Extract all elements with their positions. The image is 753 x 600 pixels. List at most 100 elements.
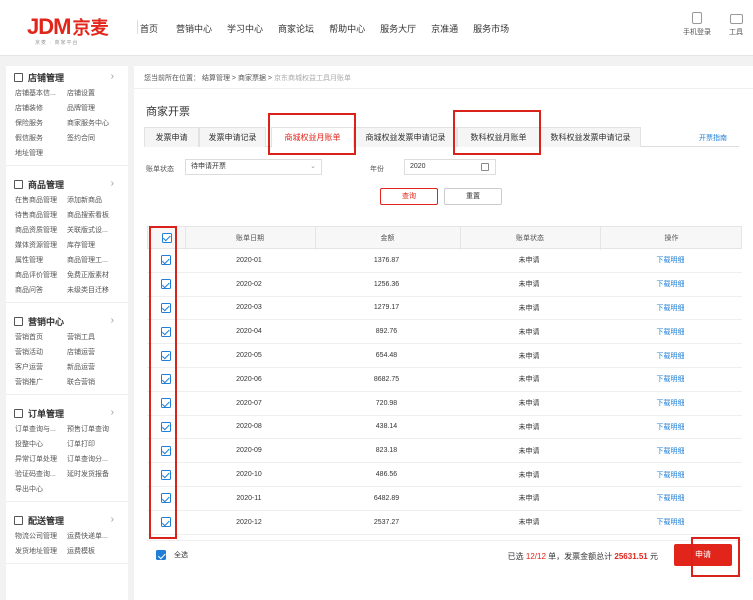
row-checkbox[interactable] bbox=[160, 445, 171, 456]
reset-button[interactable]: 重置 bbox=[444, 188, 502, 205]
sidebar-link[interactable]: 运费模板 bbox=[67, 546, 127, 557]
row-checkbox[interactable] bbox=[160, 302, 171, 313]
sidebar-link[interactable]: 延时发货报备 bbox=[67, 469, 127, 480]
sidebar-link[interactable]: 关联版式设... bbox=[67, 225, 127, 236]
jdm-logo[interactable]: JDM 京麦 京麦 · 商家平台 bbox=[27, 14, 108, 46]
sidebar-link[interactable]: 店铺运营 bbox=[67, 347, 127, 358]
sidebar-link[interactable]: 导出中心 bbox=[15, 484, 67, 495]
sidebar-link[interactable]: 商品评价管理 bbox=[15, 270, 67, 281]
tab-invoice-apply[interactable]: 发票申请 bbox=[144, 127, 199, 147]
download-detail-link[interactable]: 下载明细 bbox=[657, 446, 685, 456]
sidebar-link[interactable]: 联合营销 bbox=[67, 377, 127, 388]
breadcrumb-item-1[interactable]: 结算管理 bbox=[202, 75, 230, 82]
download-detail-link[interactable]: 下载明细 bbox=[657, 351, 685, 361]
sidebar-section-header[interactable]: 营销中心 › bbox=[6, 310, 128, 332]
download-detail-link[interactable]: 下载明细 bbox=[657, 374, 685, 384]
download-detail-link[interactable]: 下载明细 bbox=[657, 517, 685, 527]
row-checkbox[interactable] bbox=[160, 374, 171, 385]
apply-button[interactable]: 申请 bbox=[674, 544, 732, 566]
sidebar-link[interactable]: 营销活动 bbox=[15, 347, 67, 358]
sidebar-link[interactable]: 营销首页 bbox=[15, 332, 67, 343]
sidebar-link[interactable]: 商品管理工... bbox=[67, 255, 127, 266]
sidebar-link[interactable]: 物流公司管理 bbox=[15, 531, 67, 542]
sidebar-link[interactable]: 异常订单处理 bbox=[15, 454, 67, 465]
sidebar-link[interactable]: 商家服务中心 bbox=[67, 118, 127, 129]
sidebar-section-header[interactable]: 订单管理 › bbox=[6, 402, 128, 424]
sidebar-link[interactable]: 店铺设置 bbox=[67, 88, 127, 99]
download-detail-link[interactable]: 下载明细 bbox=[657, 303, 685, 313]
sidebar-link[interactable]: 发货地址管理 bbox=[15, 546, 67, 557]
sidebar-section-header[interactable]: 商品管理 › bbox=[6, 173, 128, 195]
query-button[interactable]: 查询 bbox=[380, 188, 438, 205]
download-detail-link[interactable]: 下载明细 bbox=[657, 255, 685, 265]
sidebar-link[interactable]: 品牌管理 bbox=[67, 103, 127, 114]
nav-item[interactable]: 服务市场 bbox=[473, 22, 509, 35]
row-checkbox[interactable] bbox=[160, 255, 171, 266]
download-detail-link[interactable]: 下载明细 bbox=[657, 493, 685, 503]
nav-item[interactable]: 商家论坛 bbox=[278, 22, 314, 35]
sidebar-link[interactable]: 店铺装修 bbox=[15, 103, 67, 114]
sidebar-section-header[interactable]: 配送管理 › bbox=[6, 509, 128, 531]
mobile-login-button[interactable]: 手机登录 bbox=[683, 12, 711, 37]
nav-item[interactable]: 学习中心 bbox=[227, 22, 263, 35]
sidebar-link[interactable]: 待售商品管理 bbox=[15, 210, 67, 221]
tab-mall-monthly-bill[interactable]: 商城权益月账单 bbox=[271, 127, 354, 148]
sidebar-link[interactable]: 营销推广 bbox=[15, 377, 67, 388]
download-detail-link[interactable]: 下载明细 bbox=[657, 398, 685, 408]
download-detail-link[interactable]: 下载明细 bbox=[657, 470, 685, 480]
sidebar-link[interactable]: 签约合同 bbox=[67, 133, 127, 144]
sidebar-section-header[interactable]: 店铺管理 › bbox=[6, 66, 128, 88]
sidebar-link[interactable]: 在售商品管理 bbox=[15, 195, 67, 206]
sidebar-link[interactable]: 商品问答 bbox=[15, 285, 67, 296]
sidebar-link[interactable]: 营销工具 bbox=[67, 332, 127, 343]
sidebar-link[interactable]: 媒体资源管理 bbox=[15, 240, 67, 251]
row-checkbox[interactable] bbox=[160, 279, 171, 290]
header-checkbox[interactable] bbox=[161, 232, 172, 243]
sidebar-link[interactable]: 未级类目迁移 bbox=[67, 285, 127, 296]
sidebar-link[interactable]: 运费快递单... bbox=[67, 531, 127, 542]
sidebar-link[interactable]: 商品资质管理 bbox=[15, 225, 67, 236]
tab-fintech-invoice-records[interactable]: 数科权益发票申请记录 bbox=[540, 127, 641, 147]
sidebar-link[interactable]: 库存管理 bbox=[67, 240, 127, 251]
sidebar-link[interactable]: 店铺基本信... bbox=[15, 88, 67, 99]
row-checkbox[interactable] bbox=[160, 421, 171, 432]
breadcrumb-item-2[interactable]: 商家票据 bbox=[238, 75, 266, 82]
download-detail-link[interactable]: 下载明细 bbox=[657, 422, 685, 432]
sidebar-link[interactable]: 免费正版素材 bbox=[67, 270, 127, 281]
row-checkbox[interactable] bbox=[160, 517, 171, 528]
nav-item[interactable]: 帮助中心 bbox=[329, 22, 365, 35]
sidebar-link[interactable]: 保险服务 bbox=[15, 118, 67, 129]
sidebar-link[interactable]: 添加新商品 bbox=[67, 195, 127, 206]
tab-invoice-records[interactable]: 发票申请记录 bbox=[199, 127, 266, 147]
tab-mall-invoice-records[interactable]: 商城权益发票申请记录 bbox=[354, 127, 457, 147]
sidebar-link[interactable]: 验证码查询... bbox=[15, 469, 67, 480]
row-checkbox[interactable] bbox=[160, 493, 171, 504]
tab-fintech-monthly-bill[interactable]: 数科权益月账单 bbox=[457, 127, 540, 147]
row-checkbox[interactable] bbox=[160, 469, 171, 480]
sidebar-link[interactable]: 客户运营 bbox=[15, 362, 67, 373]
sidebar-link[interactable]: 订单查询分... bbox=[67, 454, 127, 465]
select-all[interactable]: 全选 bbox=[156, 550, 188, 560]
sidebar-link[interactable]: 商品搜索看板 bbox=[67, 210, 127, 221]
download-detail-link[interactable]: 下载明细 bbox=[657, 279, 685, 289]
invoice-guide-link[interactable]: 开票指南 bbox=[699, 133, 727, 143]
sidebar-link[interactable]: 预售订单查询 bbox=[67, 424, 127, 435]
row-checkbox[interactable] bbox=[160, 398, 171, 409]
row-checkbox[interactable] bbox=[160, 350, 171, 361]
sidebar-link[interactable]: 订单打印 bbox=[67, 439, 127, 450]
sidebar-link[interactable]: 新品运营 bbox=[67, 362, 127, 373]
select-all-checkbox[interactable] bbox=[156, 550, 166, 560]
year-picker[interactable]: 2020 bbox=[404, 159, 496, 175]
sidebar-link[interactable]: 地址管理 bbox=[15, 148, 67, 159]
sidebar-link[interactable]: 订单查询与... bbox=[15, 424, 67, 435]
sidebar-link[interactable]: 假信服务 bbox=[15, 133, 67, 144]
status-select[interactable]: 待申请开票 ⌄ bbox=[185, 159, 322, 175]
nav-item[interactable]: 营销中心 bbox=[176, 22, 212, 35]
nav-item[interactable]: 服务大厅 bbox=[380, 22, 416, 35]
nav-item[interactable]: 首页 bbox=[140, 22, 158, 35]
row-checkbox[interactable] bbox=[160, 326, 171, 337]
sidebar-link[interactable]: 投整中心 bbox=[15, 439, 67, 450]
sidebar-link[interactable]: 属性管理 bbox=[15, 255, 67, 266]
nav-item[interactable]: 京准通 bbox=[431, 22, 458, 35]
download-detail-link[interactable]: 下载明细 bbox=[657, 327, 685, 337]
